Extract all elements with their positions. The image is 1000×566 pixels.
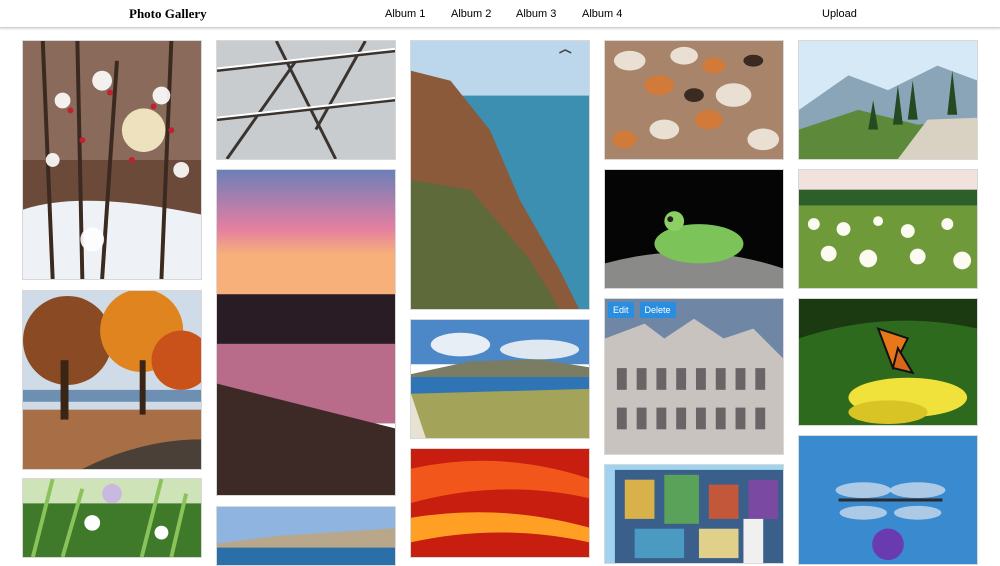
photo-tile-red-sunset[interactable] bbox=[410, 448, 590, 558]
photo-tile-historic-building[interactable]: Edit Delete bbox=[604, 298, 784, 455]
photo-tile-tree-frog[interactable] bbox=[604, 169, 784, 289]
nav-album-2[interactable]: Album 2 bbox=[451, 8, 491, 20]
photo-tile-mosaic-mural[interactable] bbox=[604, 464, 784, 564]
photo-tile-autumn-park[interactable] bbox=[22, 290, 202, 470]
photo-tile-coastal-town[interactable] bbox=[216, 506, 396, 566]
site-brand[interactable]: Photo Gallery bbox=[129, 6, 207, 22]
upload-link[interactable]: Upload bbox=[822, 8, 857, 20]
photo-tile-wildflowers[interactable] bbox=[22, 478, 202, 558]
edit-button[interactable]: Edit bbox=[608, 302, 634, 318]
photo-tile-sunset-lake[interactable] bbox=[216, 169, 396, 496]
nav-album-4[interactable]: Album 4 bbox=[582, 8, 622, 20]
nav-album-1[interactable]: Album 1 bbox=[385, 8, 425, 20]
photo-tile-dragonfly[interactable] bbox=[798, 435, 978, 565]
photo-tile-seashells[interactable] bbox=[604, 40, 784, 160]
photo-tile-snowy-branches[interactable] bbox=[216, 40, 396, 160]
photo-tile-monarch-butterfly[interactable] bbox=[798, 298, 978, 426]
photo-tile-coastal-cliffs[interactable] bbox=[410, 40, 590, 310]
photo-tile-mountain-path[interactable] bbox=[798, 40, 978, 160]
photo-tile-white-meadow[interactable] bbox=[798, 169, 978, 289]
nav-album-3[interactable]: Album 3 bbox=[516, 8, 556, 20]
photo-tile-winter-tree[interactable] bbox=[22, 40, 202, 280]
photo-tile-bay-view[interactable] bbox=[410, 319, 590, 439]
delete-button[interactable]: Delete bbox=[639, 302, 676, 318]
top-navigation-bar: Photo Gallery Album 1 Album 2 Album 3 Al… bbox=[0, 0, 1000, 28]
tile-action-buttons: Edit Delete bbox=[608, 302, 676, 318]
